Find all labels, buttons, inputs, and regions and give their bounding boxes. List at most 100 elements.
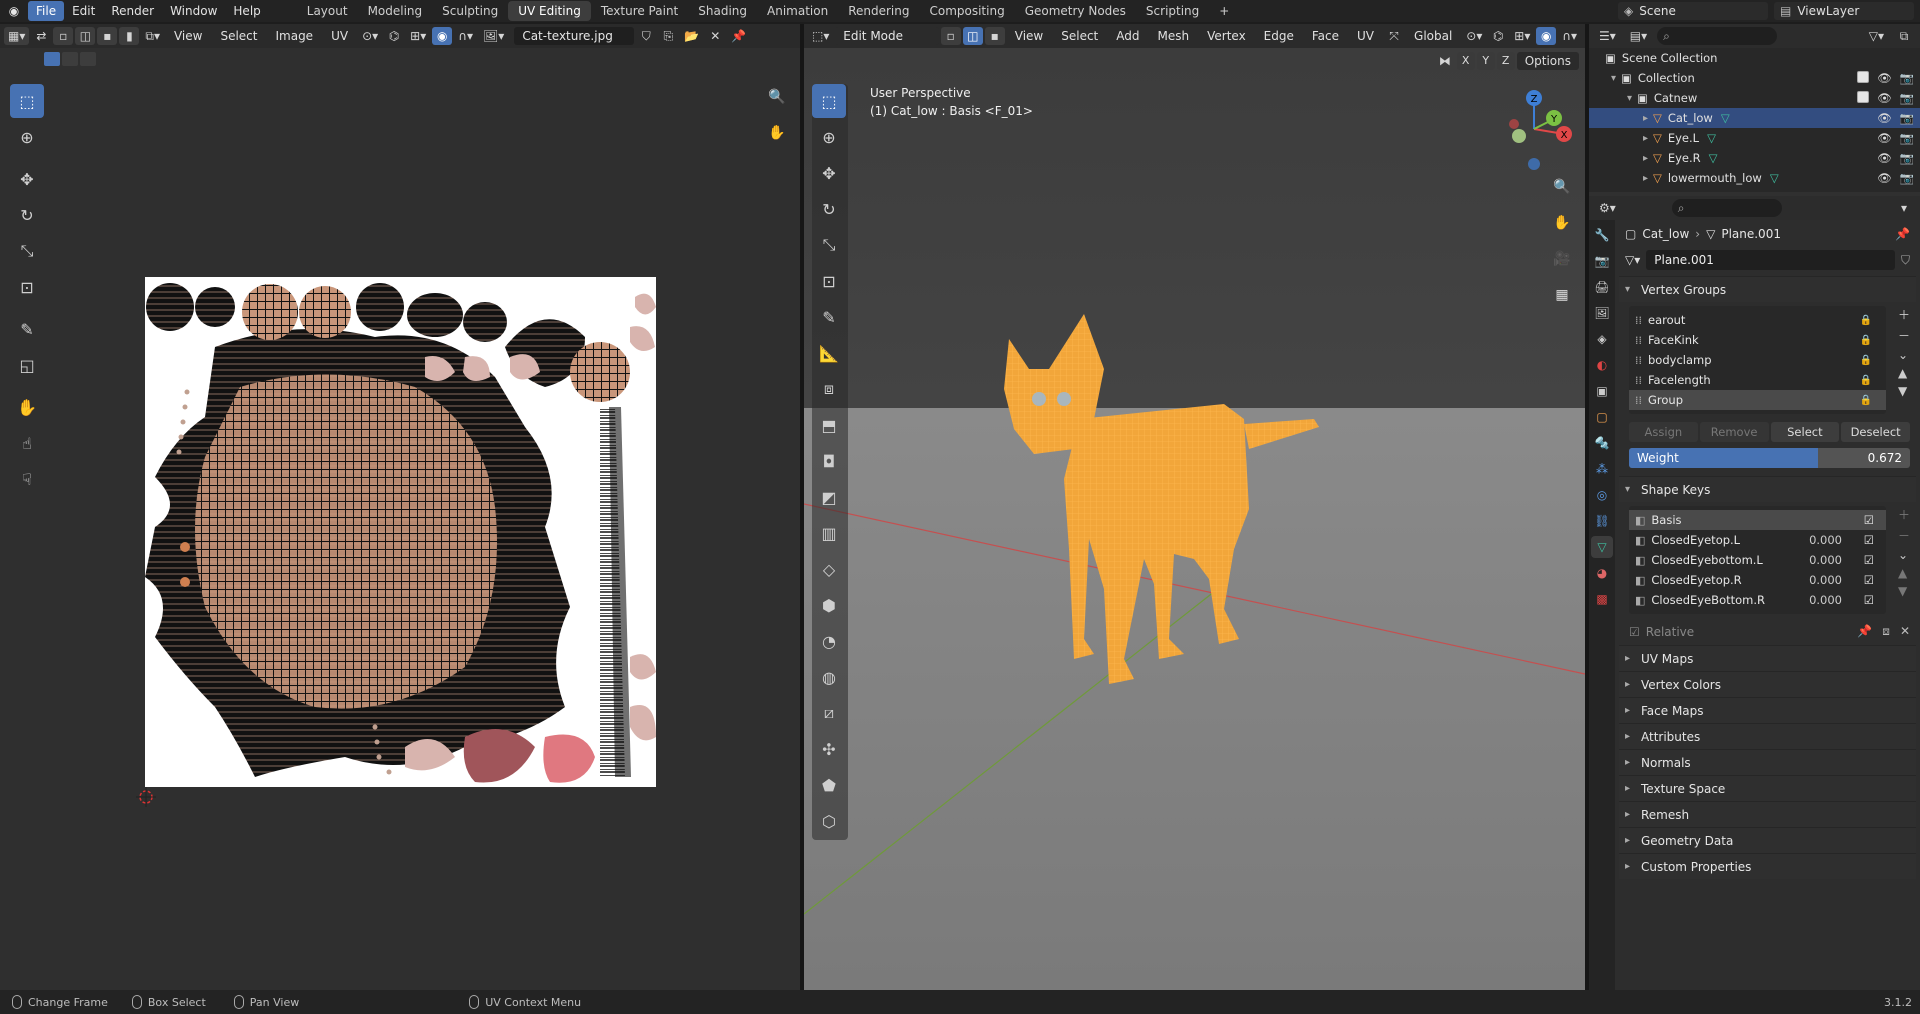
- tab-sculpting[interactable]: Sculpting: [432, 1, 508, 21]
- eye-icon[interactable]: 👁: [1877, 171, 1892, 185]
- camera-icon[interactable]: 📷: [1900, 171, 1914, 185]
- remove-icon[interactable]: －: [1898, 327, 1910, 344]
- list-item[interactable]: ⁞⁞ Facelength 🔒: [1629, 370, 1886, 390]
- collection-tab-icon[interactable]: ▣: [1591, 380, 1613, 402]
- camera-icon[interactable]: 📷: [1900, 91, 1914, 105]
- modifier-tab-icon[interactable]: 🔩: [1591, 432, 1613, 454]
- vp-menu-edge[interactable]: Edge: [1256, 27, 1302, 45]
- vp-rotate-icon[interactable]: ↻: [812, 192, 846, 226]
- uv-menu-select[interactable]: Select: [212, 27, 265, 45]
- mirror-icon[interactable]: ⧓: [1435, 52, 1455, 70]
- select-box-mode-icon[interactable]: [44, 52, 60, 66]
- constraints-tab-icon[interactable]: ⛓: [1591, 510, 1613, 532]
- list-item[interactable]: ◧ ClosedEyeBottom.R 0.000 ☑: [1629, 590, 1886, 610]
- uv-menu-view[interactable]: View: [166, 27, 210, 45]
- particles-tab-icon[interactable]: ⁂: [1591, 458, 1613, 480]
- display-mode-icon[interactable]: ▤▾: [1626, 27, 1651, 45]
- physics-tab-icon[interactable]: ◎: [1591, 484, 1613, 506]
- vp-menu-vertex[interactable]: Vertex: [1199, 27, 1254, 45]
- pin-shape-icon[interactable]: 📌: [1857, 624, 1872, 639]
- options-dropdown[interactable]: Options: [1516, 52, 1579, 70]
- vp-rip-icon[interactable]: ⬡: [812, 804, 846, 838]
- expand-arrow-icon[interactable]: ▸: [1643, 133, 1653, 144]
- mode-selector[interactable]: Edit Mode: [835, 27, 939, 45]
- pinch-tool-icon[interactable]: ☟: [10, 462, 44, 496]
- pin-icon[interactable]: 📌: [727, 27, 750, 45]
- output-tab-icon[interactable]: 🖨: [1591, 276, 1613, 298]
- vp-measure-icon[interactable]: 📐: [812, 336, 846, 370]
- tab-scripting[interactable]: Scripting: [1136, 1, 1209, 21]
- vp-edge-slide-icon[interactable]: ⧄: [812, 696, 846, 730]
- mesh-data-icon[interactable]: ▽: [1721, 111, 1730, 125]
- expand-arrow-icon[interactable]: ▸: [1643, 113, 1653, 124]
- data-tab-icon[interactable]: ▽: [1591, 536, 1613, 558]
- edge-select-icon[interactable]: ◫: [75, 27, 96, 45]
- list-item[interactable]: ⁞⁞ earout 🔒: [1629, 310, 1886, 330]
- lock-icon[interactable]: 🔒: [1860, 395, 1872, 406]
- lock-icon[interactable]: 🔒: [1860, 315, 1872, 326]
- remove-icon[interactable]: －: [1898, 527, 1910, 544]
- expand-arrow-icon[interactable]: ▾: [1627, 93, 1637, 104]
- eye-icon[interactable]: 👁: [1877, 151, 1892, 165]
- vertex-select-icon[interactable]: ▫: [53, 27, 74, 45]
- specials-menu-icon[interactable]: ⌄: [1898, 348, 1910, 362]
- editor-type-3d-icon[interactable]: ⬚▾: [808, 27, 833, 45]
- expand-arrow-icon[interactable]: ▾: [1611, 73, 1621, 84]
- vp-spin-icon[interactable]: ◔: [812, 624, 846, 658]
- sync-selection-icon[interactable]: ⇄: [31, 27, 51, 45]
- island-select-icon[interactable]: ▮: [119, 27, 140, 45]
- pan-hand-icon[interactable]: ✋: [764, 120, 790, 146]
- properties-editor[interactable]: ⚙▾ ⌕ ▾ 🔧 📷 🖨 🖼 ◈ ◐ ▣ ▢ 🔩 ⁂ ◎ ⛓ ▽ ◕ ▩ ▢ C…: [1589, 196, 1920, 990]
- editor-type-icon[interactable]: ▦▾: [4, 27, 30, 45]
- tab-modeling[interactable]: Modeling: [358, 1, 433, 21]
- scene-tab-icon[interactable]: ◈: [1591, 328, 1613, 350]
- outliner-row-scene-collection[interactable]: ▣ Scene Collection: [1589, 48, 1920, 68]
- fake-user-shield-icon[interactable]: ⛉: [1901, 253, 1910, 268]
- object-tab-icon[interactable]: ▢: [1591, 406, 1613, 428]
- mirror-z-button[interactable]: Z: [1496, 52, 1515, 70]
- shape-key-checkbox[interactable]: ☑: [1864, 533, 1874, 547]
- zoom-icon[interactable]: 🔍: [764, 84, 790, 110]
- shape-keys-list[interactable]: ◧ Basis ☑ ◧ ClosedEyetop.L 0.000 ☑ ◧ ClosedEye…: [1629, 506, 1910, 614]
- properties-options-icon[interactable]: ▾: [1894, 199, 1914, 217]
- image-browse-icon[interactable]: 🖼▾: [479, 27, 508, 45]
- tab-rendering[interactable]: Rendering: [838, 1, 919, 21]
- mesh-data-icon[interactable]: ▽: [1707, 131, 1716, 145]
- select-button[interactable]: Select: [1770, 422, 1840, 442]
- ortho-toggle-icon[interactable]: ▦: [1549, 282, 1575, 308]
- proportional-edit-icon[interactable]: ◉: [432, 27, 453, 45]
- camera-icon[interactable]: 📷: [1900, 111, 1914, 125]
- select-extend-icon[interactable]: [62, 52, 78, 66]
- annotate-tool-icon[interactable]: ✎: [10, 312, 44, 346]
- world-tab-icon[interactable]: ◐: [1591, 354, 1613, 376]
- shape-key-checkbox[interactable]: ☑: [1864, 593, 1874, 607]
- vp-menu-view[interactable]: View: [1007, 27, 1051, 45]
- vp-shrink-icon[interactable]: ✣: [812, 732, 846, 766]
- tab-texture-paint[interactable]: Texture Paint: [591, 1, 688, 21]
- vp-move-icon[interactable]: ✥: [812, 156, 846, 190]
- uv-editor[interactable]: ▦▾ ⇄ ▫ ◫ ▪ ▮ ⧉▾ View Select Image UV ⊙▾ …: [0, 24, 800, 990]
- specials-menu-icon[interactable]: ⌄: [1898, 548, 1910, 562]
- snap-icon[interactable]: ⌬: [384, 27, 404, 45]
- move-down-icon[interactable]: ▼: [1898, 584, 1910, 598]
- sticky-selection-icon[interactable]: ⧉▾: [141, 27, 164, 45]
- mesh-data-icon[interactable]: ▽: [1709, 151, 1718, 165]
- image-name-field[interactable]: Cat-texture.jpg: [514, 27, 635, 45]
- eye-icon[interactable]: 👁: [1877, 131, 1892, 145]
- outliner-editor-icon[interactable]: ☰▾: [1595, 27, 1620, 45]
- vp-menu-uv[interactable]: UV: [1349, 27, 1382, 45]
- snap-target-icon[interactable]: ⊞▾: [406, 27, 430, 45]
- vp-zoom-icon[interactable]: 🔍: [1549, 174, 1575, 200]
- list-item[interactable]: ⁞⁞ FaceKink 🔒: [1629, 330, 1886, 350]
- relative-checkbox[interactable]: ☑: [1629, 625, 1640, 639]
- vp-add-cube-icon[interactable]: ⧈: [812, 372, 846, 406]
- expand-arrow-icon[interactable]: ▸: [1643, 173, 1653, 184]
- eye-icon[interactable]: 👁: [1877, 111, 1892, 125]
- move-tool-icon[interactable]: ✥: [10, 162, 44, 196]
- pin-icon[interactable]: 📌: [1895, 227, 1910, 241]
- eye-icon[interactable]: 👁: [1877, 71, 1892, 85]
- vp-menu-add[interactable]: Add: [1108, 27, 1147, 45]
- attributes-panel-header[interactable]: ▸ Attributes: [1619, 723, 1916, 749]
- tab-shading[interactable]: Shading: [688, 1, 757, 21]
- unlink-image-icon[interactable]: ✕: [705, 27, 725, 45]
